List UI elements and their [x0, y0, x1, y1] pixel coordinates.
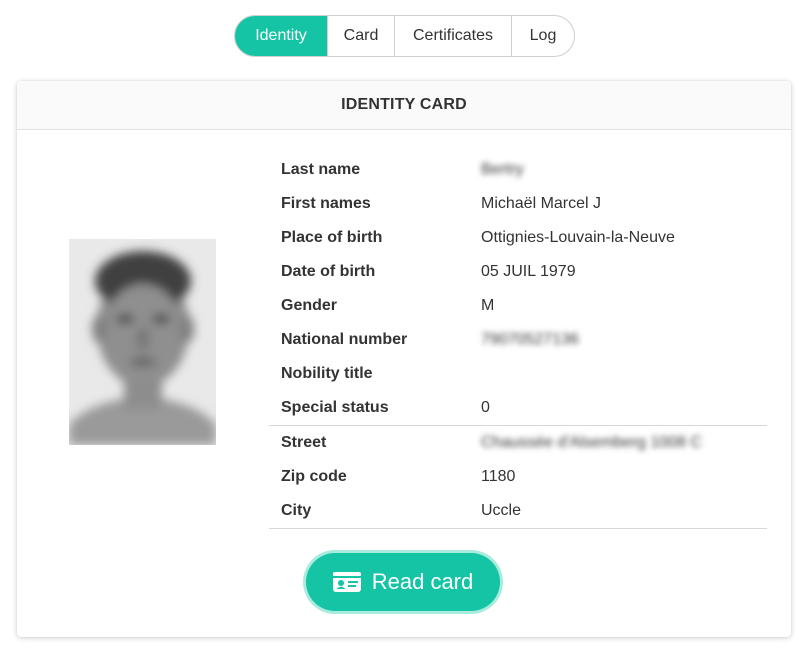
field-label: Gender: [281, 297, 338, 314]
tab-log[interactable]: Log: [511, 16, 574, 56]
field-gender: Gender M: [269, 289, 767, 323]
field-label: Place of birth: [281, 229, 383, 246]
identity-details-table: Last name Bertry First names Michaël Mar…: [269, 153, 767, 529]
tab-identity[interactable]: Identity: [235, 16, 327, 56]
field-value: Ottignies-Louvain-la-Neuve: [481, 229, 675, 246]
field-label: City: [281, 502, 312, 519]
tab-card[interactable]: Card: [327, 16, 394, 56]
portrait-image: [69, 239, 216, 445]
field-label: First names: [281, 195, 371, 212]
identity-card-panel: IDENTITY CARD Last name Bertry First nam…: [17, 81, 791, 637]
field-label: Last name: [281, 161, 361, 178]
field-label: National number: [281, 331, 408, 348]
field-value: 05 JUIL 1979: [481, 263, 576, 280]
field-first-names: First names Michaël Marcel J: [269, 187, 767, 221]
field-national-number: National number 79070527136: [269, 323, 767, 357]
field-label: Zip code: [281, 468, 347, 485]
field-last-name: Last name Bertry: [269, 153, 767, 187]
field-label: Nobility title: [281, 365, 373, 382]
read-card-label: Read card: [371, 569, 474, 594]
field-value: Bertry: [481, 161, 524, 178]
portrait-photo: [69, 239, 216, 445]
field-label: Street: [281, 434, 327, 451]
field-value: M: [481, 297, 495, 314]
field-label: Date of birth: [281, 263, 376, 280]
field-value: 79070527136: [481, 331, 579, 348]
field-label: Special status: [281, 399, 389, 416]
tab-certificates[interactable]: Certificates: [394, 16, 511, 56]
id-card-icon: [332, 572, 361, 592]
field-city: City Uccle: [269, 494, 767, 529]
field-nobility-title: Nobility title: [269, 357, 767, 391]
field-value: Chaussée d'Alsemberg 1008 C: [481, 434, 702, 451]
field-special-status: Special status 0: [269, 391, 767, 425]
field-street: Street Chaussée d'Alsemberg 1008 C: [269, 425, 767, 460]
field-value: 1180: [481, 468, 516, 485]
field-place-of-birth: Place of birth Ottignies-Louvain-la-Neuv…: [269, 221, 767, 255]
card-title: IDENTITY CARD: [17, 81, 791, 130]
read-card-button[interactable]: Read card: [306, 553, 500, 611]
tab-bar: Identity Card Certificates Log: [234, 15, 575, 57]
field-value: Michaël Marcel J: [481, 195, 602, 212]
field-value: 0: [481, 399, 490, 416]
field-value: Uccle: [481, 502, 522, 519]
field-zip-code: Zip code 1180: [269, 460, 767, 494]
field-date-of-birth: Date of birth 05 JUIL 1979: [269, 255, 767, 289]
